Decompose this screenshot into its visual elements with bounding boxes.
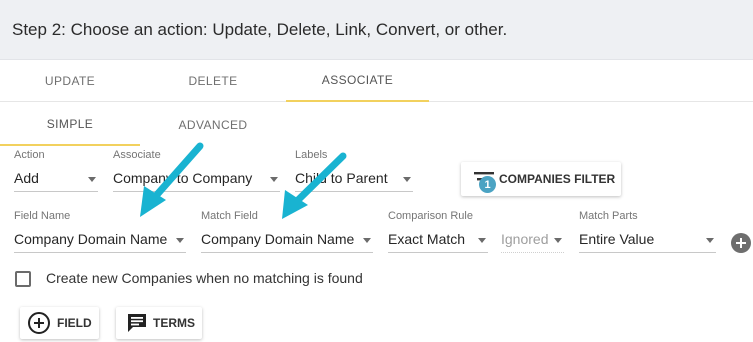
field-name-label: Field Name <box>14 210 71 222</box>
chevron-down-icon <box>554 238 562 243</box>
companies-filter-button[interactable]: 1 COMPANIES FILTER <box>461 162 621 196</box>
create-new-label: Create new Companies when no matching is… <box>46 270 363 286</box>
match-parts-value: Entire Value <box>579 231 655 247</box>
chevron-down-icon <box>176 238 184 243</box>
step-title: Step 2: Choose an action: Update, Delete… <box>12 20 508 39</box>
match-field-value: Company Domain Name <box>201 231 355 247</box>
ignored-select[interactable]: Ignored <box>501 227 564 253</box>
tab-associate[interactable]: ASSOCIATE <box>286 60 429 102</box>
create-new-checkbox[interactable] <box>15 271 31 287</box>
action-tabs: UPDATE DELETE ASSOCIATE <box>0 60 753 102</box>
terms-button[interactable]: TERMS <box>116 307 202 339</box>
action-value: Add <box>14 170 39 186</box>
associate-value: Company to Company <box>113 170 253 186</box>
labels-select[interactable]: Child to Parent <box>295 166 413 192</box>
match-parts-select[interactable]: Entire Value <box>579 227 716 253</box>
tab-update[interactable]: UPDATE <box>0 60 140 102</box>
comparison-rule-select[interactable]: Exact Match <box>388 227 488 253</box>
chevron-down-icon <box>478 238 486 243</box>
add-field-button[interactable]: FIELD <box>20 307 99 339</box>
comparison-rule-label: Comparison Rule <box>388 210 473 222</box>
field-name-value: Company Domain Name <box>14 231 168 247</box>
comparison-rule-value: Exact Match <box>388 231 466 247</box>
tab-simple[interactable]: SIMPLE <box>0 104 140 146</box>
chevron-down-icon <box>403 177 411 182</box>
ignored-value: Ignored <box>501 231 549 247</box>
associate-label: Associate <box>113 149 161 161</box>
companies-filter-label: COMPANIES FILTER <box>499 172 616 186</box>
terms-label: TERMS <box>153 316 195 330</box>
plus-circle-icon <box>28 312 50 334</box>
match-field-label: Match Field <box>201 210 258 222</box>
field-name-select[interactable]: Company Domain Name <box>14 227 186 253</box>
tab-delete[interactable]: DELETE <box>143 60 283 102</box>
tab-advanced[interactable]: ADVANCED <box>143 104 283 146</box>
add-circle-icon[interactable] <box>731 233 751 253</box>
add-field-label: FIELD <box>57 316 92 330</box>
match-parts-label: Match Parts <box>579 210 638 222</box>
filter-count-badge: 1 <box>479 176 496 193</box>
associate-select[interactable]: Company to Company <box>113 166 280 192</box>
match-field-select[interactable]: Company Domain Name <box>201 227 373 253</box>
comment-icon <box>128 314 146 332</box>
chevron-down-icon <box>706 238 714 243</box>
chevron-down-icon <box>270 177 278 182</box>
action-select[interactable]: Add <box>14 166 98 192</box>
chevron-down-icon <box>88 177 96 182</box>
mode-tabs: SIMPLE ADVANCED <box>0 104 753 146</box>
step-header: Step 2: Choose an action: Update, Delete… <box>0 0 753 60</box>
chevron-down-icon <box>363 238 371 243</box>
action-label: Action <box>14 149 45 161</box>
labels-value: Child to Parent <box>295 170 388 186</box>
labels-label: Labels <box>295 149 328 161</box>
